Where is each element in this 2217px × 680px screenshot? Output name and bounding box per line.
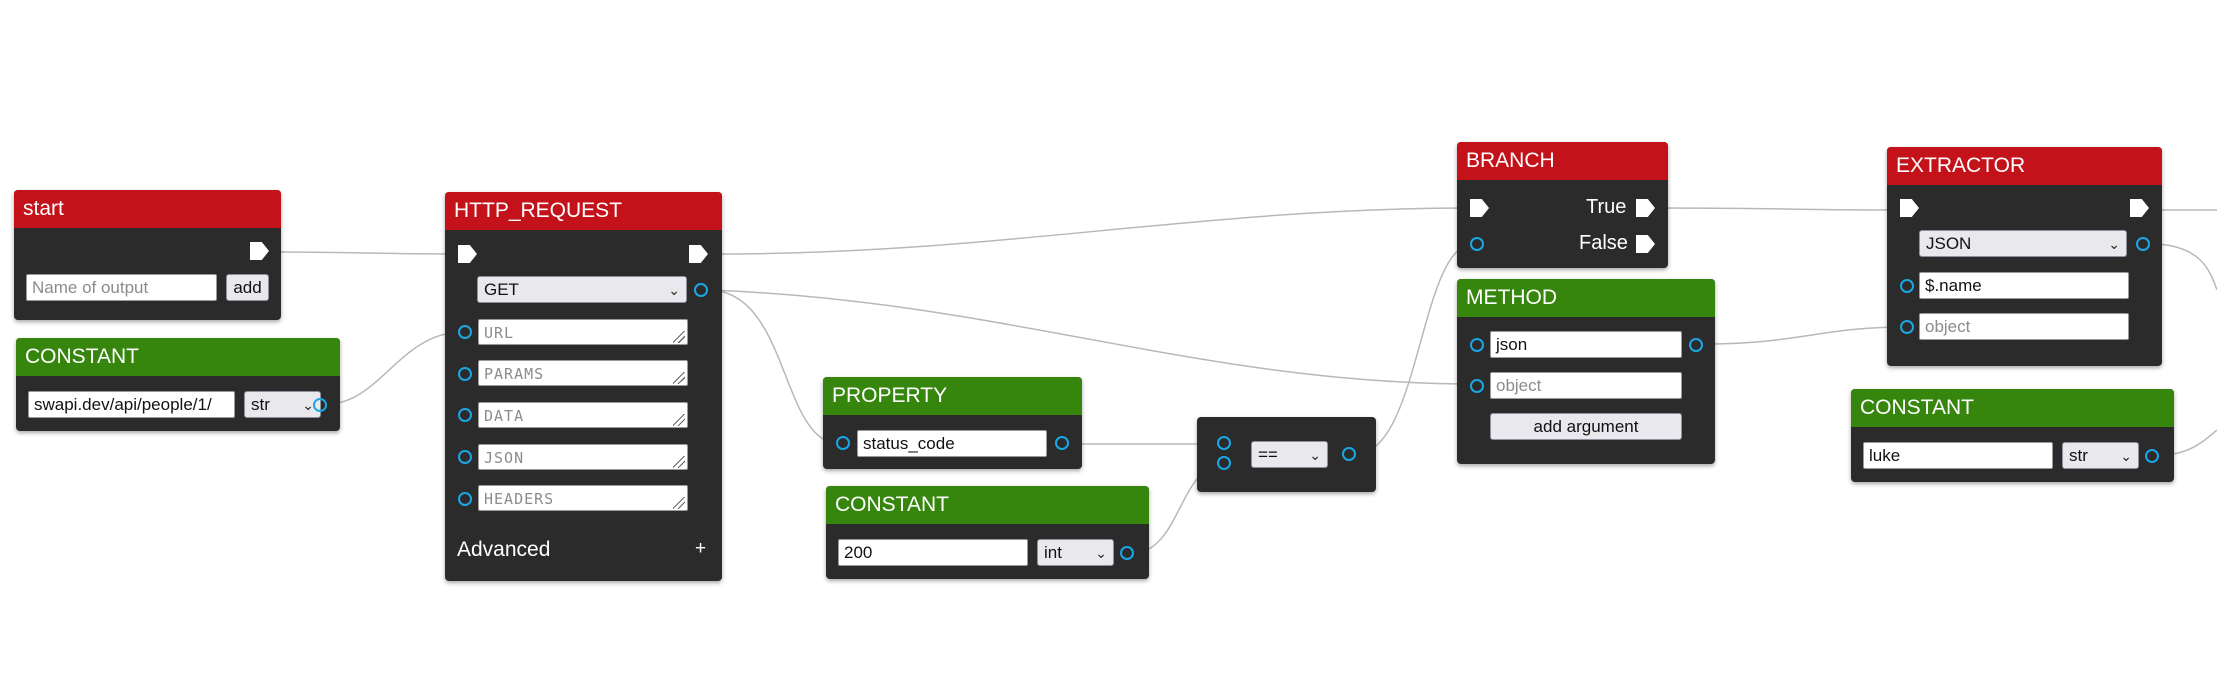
data-port-icon[interactable]: [313, 398, 327, 412]
chevron-down-icon: ⌄: [2120, 448, 2132, 464]
data-port-icon[interactable]: [1055, 436, 1069, 450]
data-port-icon[interactable]: [836, 436, 850, 450]
constant-value-input[interactable]: swapi.dev/api/people/1/: [28, 391, 235, 418]
type-select[interactable]: int ⌄: [1037, 539, 1114, 566]
flow-arrow-icon[interactable]: [1636, 199, 1655, 217]
method-object-input[interactable]: [1490, 372, 1682, 399]
extractor-object-input[interactable]: [1919, 313, 2129, 340]
true-label: True: [1586, 196, 1627, 218]
format-select[interactable]: JSON ⌄: [1919, 230, 2127, 257]
method-select[interactable]: GET ⌄: [477, 276, 687, 303]
chevron-down-icon: ⌄: [1309, 447, 1321, 463]
flow-arrow-icon[interactable]: [2130, 199, 2149, 217]
headers-input[interactable]: [478, 485, 688, 511]
wire-http-to-branch: [715, 207, 1471, 255]
constant-node-title: CONSTANT: [1851, 389, 2174, 427]
output-name-input[interactable]: [26, 274, 217, 301]
data-port-icon[interactable]: [458, 450, 472, 464]
data-port-icon[interactable]: [1470, 338, 1484, 352]
extractor-path-input[interactable]: $.name: [1919, 272, 2129, 299]
data-input[interactable]: [478, 402, 688, 428]
data-port-icon[interactable]: [458, 408, 472, 422]
data-port-icon[interactable]: [1217, 456, 1231, 470]
data-port-icon[interactable]: [1900, 320, 1914, 334]
advanced-expand-button[interactable]: +: [695, 538, 706, 560]
add-output-button[interactable]: add: [226, 274, 269, 301]
wire-constant-url-to-http-url: [326, 331, 464, 405]
data-port-icon[interactable]: [1120, 546, 1134, 560]
wire-branch-true-to-extractor: [1657, 207, 1903, 211]
wire-http-get-to-method-object: [707, 289, 1476, 385]
data-port-icon[interactable]: [1470, 237, 1484, 251]
type-select-value: int: [1044, 543, 1062, 562]
chevron-down-icon: ⌄: [668, 282, 680, 298]
type-select[interactable]: str ⌄: [244, 391, 321, 418]
data-port-icon[interactable]: [458, 325, 472, 339]
constant-luke-node[interactable]: CONSTANT luke str ⌄: [1851, 389, 2174, 482]
add-argument-button[interactable]: add argument: [1490, 413, 1682, 440]
data-port-icon[interactable]: [1217, 436, 1231, 450]
wire-method-to-extractor: [1702, 326, 1907, 345]
type-select[interactable]: str ⌄: [2062, 442, 2139, 469]
params-input[interactable]: [478, 360, 688, 386]
property-node[interactable]: PROPERTY status_code: [823, 377, 1082, 469]
constant-value-input[interactable]: 200: [838, 539, 1028, 566]
flow-arrow-icon[interactable]: [689, 245, 708, 263]
start-node[interactable]: start add: [14, 190, 281, 320]
operator-select[interactable]: == ⌄: [1251, 441, 1328, 468]
http-request-node[interactable]: HTTP_REQUEST GET ⌄ Advanced +: [445, 192, 722, 581]
flow-arrow-icon[interactable]: [1636, 235, 1655, 253]
property-node-title: PROPERTY: [823, 377, 1082, 415]
type-select-value: str: [2069, 446, 2088, 465]
operator-select-value: ==: [1258, 445, 1278, 464]
extractor-node-title: EXTRACTOR: [1887, 147, 2162, 185]
wire-http-get-to-property: [707, 289, 841, 445]
flow-arrow-icon[interactable]: [458, 245, 477, 263]
method-node-title: METHOD: [1457, 279, 1715, 317]
format-select-value: JSON: [1926, 234, 1972, 253]
url-input[interactable]: [478, 319, 688, 345]
compare-node[interactable]: == ⌄: [1197, 417, 1376, 492]
data-port-icon[interactable]: [1342, 447, 1356, 461]
property-name-input[interactable]: status_code: [857, 430, 1047, 457]
flow-arrow-icon[interactable]: [1900, 199, 1919, 217]
method-name-input[interactable]: json: [1490, 331, 1682, 358]
wire-start-to-http: [271, 251, 459, 255]
constant-url-node[interactable]: CONSTANT swapi.dev/api/people/1/ str ⌄: [16, 338, 340, 431]
data-port-icon[interactable]: [1470, 379, 1484, 393]
constant-value-input[interactable]: luke: [1863, 442, 2053, 469]
advanced-label: Advanced: [457, 538, 551, 561]
http-request-title: HTTP_REQUEST: [445, 192, 722, 230]
chevron-down-icon: ⌄: [1095, 545, 1107, 561]
data-port-icon[interactable]: [1900, 279, 1914, 293]
chevron-down-icon: ⌄: [2108, 236, 2120, 252]
start-node-title: start: [14, 190, 281, 228]
method-select-value: GET: [484, 280, 519, 299]
branch-node-title: BRANCH: [1457, 142, 1668, 180]
data-port-icon[interactable]: [694, 283, 708, 297]
flow-arrow-icon[interactable]: [1470, 199, 1489, 217]
extractor-node[interactable]: EXTRACTOR JSON ⌄ $.name: [1887, 147, 2162, 366]
constant-code-node[interactable]: CONSTANT 200 int ⌄: [826, 486, 1149, 579]
data-port-icon[interactable]: [2145, 449, 2159, 463]
false-label: False: [1579, 232, 1628, 254]
data-port-icon[interactable]: [1689, 338, 1703, 352]
branch-node[interactable]: BRANCH True False: [1457, 142, 1668, 268]
data-port-icon[interactable]: [458, 492, 472, 506]
flow-arrow-icon[interactable]: [250, 242, 269, 260]
method-node[interactable]: METHOD json add argument: [1457, 279, 1715, 464]
json-input[interactable]: [478, 444, 688, 470]
constant-node-title: CONSTANT: [826, 486, 1149, 524]
constant-node-title: CONSTANT: [16, 338, 340, 376]
type-select-value: str: [251, 395, 270, 414]
data-port-icon[interactable]: [458, 367, 472, 381]
data-port-icon[interactable]: [2136, 237, 2150, 251]
